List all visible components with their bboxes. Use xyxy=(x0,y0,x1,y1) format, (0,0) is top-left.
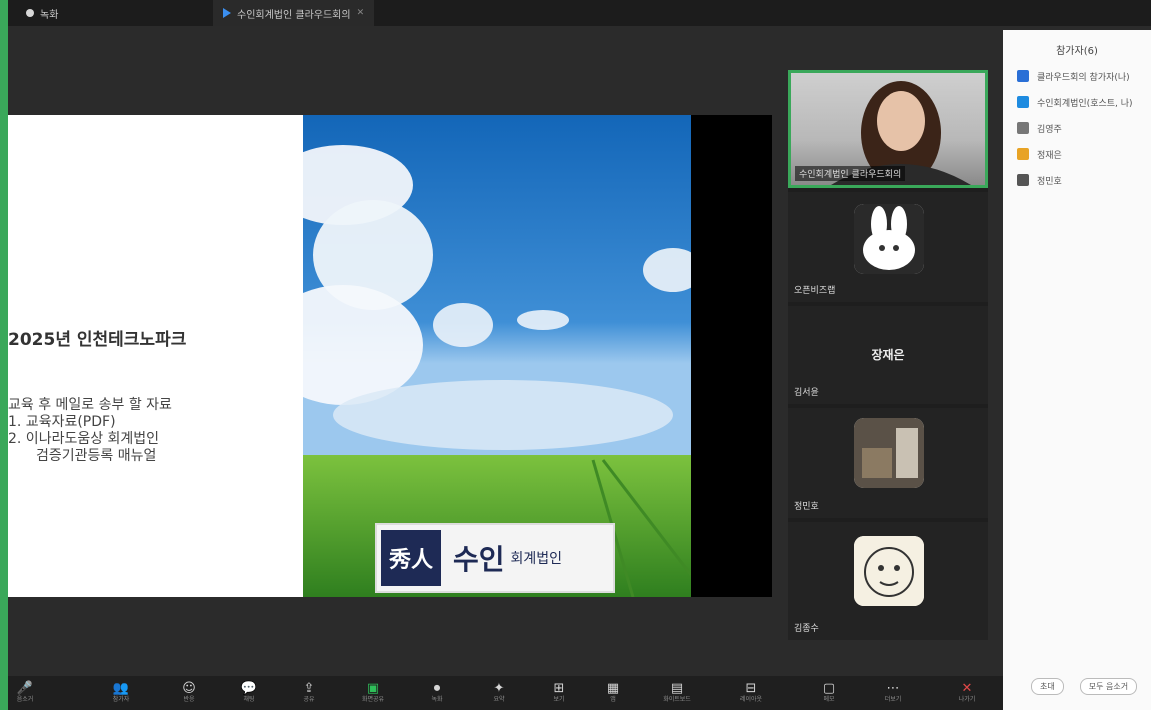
participant-name: 김종수 xyxy=(794,624,819,634)
cartoon-avatar xyxy=(854,536,924,606)
panel-entry[interactable]: 클라우드회의 참가자(나) xyxy=(1017,68,1130,84)
participants-panel: 참가자(6) 클라우드회의 참가자(나) 수인회계법인(호스트, 나) 김영주 … xyxy=(1003,30,1151,710)
tab-bar: 녹화 수인회계법인 클라우드회의 ✕ xyxy=(8,0,1151,26)
share-icon: ⇪ xyxy=(303,681,315,696)
record-dot-icon xyxy=(26,9,34,17)
view-icon: ⊞ xyxy=(553,681,565,696)
slide-body: 교육 후 메일로 송부 할 자료 1. 교육자료(PDF) 2. 이나라도움상 … xyxy=(8,397,172,465)
apps-button[interactable]: ▦ 앱 xyxy=(600,682,626,704)
people-icon: 👥 xyxy=(112,681,130,696)
apps-icon: ▦ xyxy=(606,681,620,696)
slide-line: 2. 이나라도움상 회계법인 xyxy=(8,431,160,447)
shared-slide: 2025년 인천테크노파크 교육 후 메일로 송부 할 자료 1. 교육자료(P… xyxy=(8,115,772,597)
photo-avatar xyxy=(854,418,924,488)
slide-line: 1. 교육자료(PDF) xyxy=(8,414,116,430)
leave-button[interactable]: ✕ 나가기 xyxy=(954,682,980,704)
chat-button[interactable]: 💬 채팅 xyxy=(236,682,262,704)
user-icon xyxy=(1017,174,1029,186)
panel-title: 참가자(6) xyxy=(1056,46,1098,57)
participant-name: 김서윤 xyxy=(794,388,819,398)
record-button[interactable]: ⏺ 녹화 xyxy=(424,682,450,704)
slide-line: 검증기관등록 매뉴얼 xyxy=(36,448,157,464)
laptop-icon xyxy=(1017,122,1029,134)
whiteboard-icon: ▤ xyxy=(670,681,684,696)
tab-label: 수인회계법인 클라우드회의 xyxy=(237,9,351,21)
user-icon xyxy=(1017,148,1029,160)
layout-button[interactable]: ⊟ 레이아웃 xyxy=(738,682,764,704)
mute-button[interactable]: 🎤 음소거 xyxy=(12,682,38,704)
share-button[interactable]: ⇪ 공유 xyxy=(296,682,322,704)
entry-label: 수인회계법인(호스트, 나) xyxy=(1037,98,1133,109)
logo-mark: 秀人 xyxy=(381,530,441,586)
record-icon: ⏺ xyxy=(433,681,441,696)
participant-display-name: 장재은 xyxy=(871,348,905,362)
participant-tile[interactable]: 오픈비즈랩 xyxy=(788,192,988,302)
entry-label: 정재은 xyxy=(1037,150,1062,161)
company-logo: 秀人 수인 회계법인 xyxy=(375,523,615,593)
participant-tile[interactable]: 김종수 xyxy=(788,522,988,640)
entry-label: 클라우드회의 참가자(나) xyxy=(1037,72,1130,83)
whiteboard-button[interactable]: ▤ 화이트보드 xyxy=(663,681,691,704)
participant-video-tile[interactable]: 수인회계법인 클라우드회의 xyxy=(788,70,988,188)
participant-tile[interactable]: 장재은 김서윤 xyxy=(788,306,988,404)
participants-button[interactable]: 👥 참가자 xyxy=(108,682,134,704)
panel-entry[interactable]: 수인회계법인(호스트, 나) xyxy=(1017,94,1133,110)
slide-title: 2025년 인천테크노파크 xyxy=(8,330,187,350)
view-button[interactable]: ⊞ 보기 xyxy=(546,682,572,704)
entry-label: 김영주 xyxy=(1037,124,1062,135)
screen-share-button[interactable]: ▣ 화면공유 xyxy=(360,682,386,704)
panel-actions: 초대 모두 음소거 xyxy=(1031,678,1138,695)
slide-line: 교육 후 메일로 송부 할 자료 xyxy=(8,397,172,413)
mic-icon: 🎤 xyxy=(16,681,34,696)
logo-name: 수인 xyxy=(453,543,505,576)
entry-label: 정민호 xyxy=(1037,176,1062,187)
layout-icon: ⊟ xyxy=(745,681,757,696)
participant-name: 오픈비즈랩 xyxy=(794,286,836,296)
tab-meeting[interactable]: 수인회계법인 클라우드회의 ✕ xyxy=(213,0,375,26)
leave-icon: ✕ xyxy=(961,681,973,696)
close-icon[interactable]: ✕ xyxy=(357,8,365,18)
summary-button[interactable]: ✦ 요약 xyxy=(486,682,512,704)
panel-entry[interactable]: 정민호 xyxy=(1017,172,1062,188)
participant-tile[interactable]: 정민호 xyxy=(788,408,988,518)
user-icon xyxy=(1017,70,1029,82)
chat-icon: 💬 xyxy=(240,681,258,696)
meeting-toolbar: 🎤 음소거 👥 참가자 ☺ 반응 💬 채팅 ⇪ 공유 ▣ 화면공유 ⏺ 녹화 ✦ xyxy=(8,676,1003,710)
play-icon xyxy=(223,8,231,18)
bunny-avatar xyxy=(854,204,924,274)
shared-screen-stage: 2025년 인천테크노파크 교육 후 메일로 송부 할 자료 1. 교육자료(P… xyxy=(8,26,783,676)
mute-all-button[interactable]: 모두 음소거 xyxy=(1079,678,1138,695)
host-icon xyxy=(1017,96,1029,108)
tab-label: 녹화 xyxy=(40,9,59,21)
reaction-button[interactable]: ☺ 반응 xyxy=(176,682,202,704)
participant-name: 정민호 xyxy=(794,502,819,512)
summary-icon: ✦ xyxy=(493,681,505,696)
notes-button[interactable]: ▢ 메모 xyxy=(816,682,842,704)
tab-recording[interactable]: 녹화 xyxy=(26,0,58,26)
notes-icon: ▢ xyxy=(822,681,836,696)
meeting-window: 녹화 수인회계법인 클라우드회의 ✕ 2025년 인천테크노파크 교육 후 메일… xyxy=(8,0,1151,710)
logo-subtitle: 회계법인 xyxy=(510,551,563,567)
invite-button[interactable]: 초대 xyxy=(1031,678,1064,695)
more-icon: ⋯ xyxy=(886,681,900,696)
more-button[interactable]: ⋯ 더보기 xyxy=(880,682,906,704)
slide-text-area: 2025년 인천테크노파크 교육 후 메일로 송부 할 자료 1. 교육자료(P… xyxy=(8,115,303,597)
participant-name: 수인회계법인 클라우드회의 xyxy=(795,166,906,181)
panel-entry[interactable]: 김영주 xyxy=(1017,120,1062,136)
screen-share-icon: ▣ xyxy=(366,681,380,696)
panel-entry[interactable]: 정재은 xyxy=(1017,146,1062,162)
reaction-icon: ☺ xyxy=(182,681,196,696)
participant-strip: 수인회계법인 클라우드회의 오픈비즈랩 장재은 김서윤 정민호 김종수 xyxy=(788,70,988,640)
